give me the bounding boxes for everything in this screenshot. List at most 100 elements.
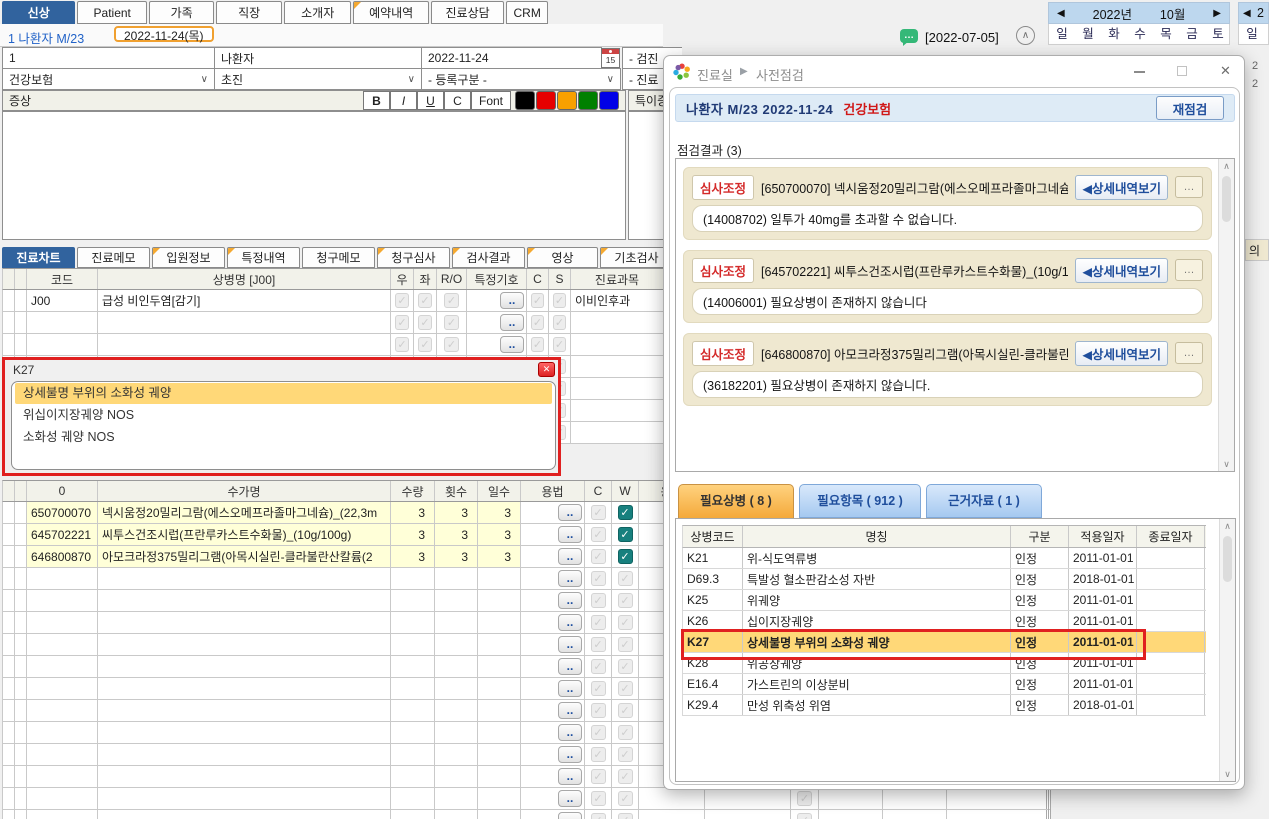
- checkbox[interactable]: ✓: [553, 337, 566, 352]
- more-options-button[interactable]: …: [1175, 342, 1203, 364]
- more-button[interactable]: ..: [558, 526, 582, 543]
- checkbox[interactable]: ✓: [797, 791, 812, 806]
- more-button[interactable]: ..: [500, 292, 524, 309]
- scroll-down-icon[interactable]: ∨: [1223, 457, 1230, 471]
- checkbox[interactable]: ✓: [591, 593, 606, 608]
- detail-view-button[interactable]: ◀상세내역보기: [1075, 175, 1168, 200]
- format-button-i[interactable]: I: [390, 91, 417, 110]
- more-button[interactable]: ..: [558, 614, 582, 631]
- scroll-down-icon[interactable]: ∨: [1224, 767, 1231, 781]
- required-disease-row[interactable]: K26십이지장궤양인정2011-01-01: [682, 611, 1206, 632]
- more-button[interactable]: ..: [558, 746, 582, 763]
- checkbox[interactable]: ✓: [553, 293, 566, 308]
- calendar-prev-button[interactable]: ◀: [1057, 8, 1065, 19]
- order-code[interactable]: 650700070: [27, 502, 98, 523]
- detail-view-button[interactable]: ◀상세내역보기: [1075, 341, 1168, 366]
- table-row[interactable]: ..✓✓✓: [2, 810, 1050, 819]
- color-swatch[interactable]: [599, 91, 619, 110]
- more-options-button[interactable]: …: [1175, 259, 1203, 281]
- visit-date-chip[interactable]: 2022-11-24(목): [114, 26, 214, 42]
- tab-직장[interactable]: 직장: [216, 1, 282, 24]
- tab-청구심사[interactable]: 청구심사: [377, 247, 450, 268]
- order-name[interactable]: 아모크라정375밀리그램(아목시실린-클라불란산칼륨(2: [98, 546, 391, 567]
- tab-Patient[interactable]: Patient: [77, 1, 146, 24]
- insurance-select[interactable]: 건강보험 ∨: [2, 68, 215, 90]
- more-button[interactable]: ..: [558, 702, 582, 719]
- checkbox[interactable]: ✓: [618, 769, 633, 784]
- more-button[interactable]: ..: [500, 314, 524, 331]
- format-button-b[interactable]: B: [363, 91, 390, 110]
- checkbox[interactable]: ✓: [591, 791, 606, 806]
- more-button[interactable]: ..: [558, 768, 582, 785]
- chart-no-field[interactable]: 1: [2, 47, 215, 69]
- dialog-tab-1[interactable]: 필요상병 ( 8 ): [678, 484, 794, 518]
- chat-bubble-icon[interactable]: …: [900, 29, 918, 43]
- disease-code[interactable]: J00: [27, 290, 98, 311]
- calendar-next-button[interactable]: ▶: [1213, 8, 1221, 19]
- checkbox[interactable]: ✓: [418, 337, 432, 352]
- order-code[interactable]: 645702221: [27, 524, 98, 545]
- checkbox[interactable]: ✓: [618, 725, 633, 740]
- scrollbar-thumb[interactable]: [1222, 176, 1231, 222]
- checkbox[interactable]: ✓: [618, 681, 633, 696]
- checkbox[interactable]: ✓: [444, 337, 459, 352]
- order-code[interactable]: 646800870: [27, 546, 98, 567]
- checkbox[interactable]: ✓: [591, 637, 606, 652]
- scroll-up-icon[interactable]: ∧: [1224, 519, 1231, 533]
- checkbox[interactable]: ✓: [418, 293, 432, 308]
- tab-진료메모[interactable]: 진료메모: [77, 247, 150, 268]
- required-disease-row[interactable]: K27상세불명 부위의 소화성 궤양인정2011-01-01: [682, 632, 1206, 653]
- tab-입원정보[interactable]: 입원정보: [152, 247, 225, 268]
- tab-진료상담[interactable]: 진료상담: [431, 1, 504, 24]
- more-button[interactable]: ..: [558, 790, 582, 807]
- checkbox-checked[interactable]: ✓: [618, 505, 633, 520]
- checkbox[interactable]: ✓: [618, 813, 633, 819]
- checkbox[interactable]: ✓: [618, 747, 633, 762]
- calendar-picker-button[interactable]: 15: [601, 48, 620, 68]
- results-scrollbar[interactable]: ∧ ∨: [1218, 159, 1234, 471]
- checkbox[interactable]: ✓: [591, 505, 606, 520]
- tab-검사결과[interactable]: 검사결과: [452, 247, 525, 268]
- more-button[interactable]: ..: [558, 680, 582, 697]
- calendar2-prev-button[interactable]: ◀: [1243, 8, 1251, 19]
- table-row[interactable]: .. ✓ ✓ ✓: [2, 788, 1050, 810]
- more-button[interactable]: ..: [558, 504, 582, 521]
- checkbox[interactable]: ✓: [418, 315, 432, 330]
- symptom-textarea[interactable]: [2, 111, 626, 240]
- more-button[interactable]: ..: [558, 636, 582, 653]
- color-swatch[interactable]: [536, 91, 556, 110]
- checkbox[interactable]: ✓: [618, 791, 633, 806]
- checkbox-checked[interactable]: ✓: [618, 527, 633, 542]
- more-button[interactable]: ..: [558, 592, 582, 609]
- tab-청구메모[interactable]: 청구메모: [302, 247, 375, 268]
- more-options-button[interactable]: …: [1175, 176, 1203, 198]
- color-swatch[interactable]: [557, 91, 577, 110]
- visit-type-select[interactable]: 초진 ∨: [214, 68, 422, 90]
- format-button-c[interactable]: C: [444, 91, 471, 110]
- checkbox-checked[interactable]: ✓: [618, 549, 633, 564]
- tab-영상[interactable]: 영상: [527, 247, 598, 268]
- checkbox[interactable]: ✓: [531, 293, 544, 308]
- more-button[interactable]: ..: [558, 658, 582, 675]
- more-button[interactable]: ..: [500, 336, 524, 353]
- order-name[interactable]: 씨투스건조시럽(프란루카스트수화물)_(10g/100g): [98, 524, 391, 545]
- tab-특정내역[interactable]: 특정내역: [227, 247, 300, 268]
- collapse-button[interactable]: ∧: [1016, 26, 1035, 45]
- reg-type-select[interactable]: - 등록구분 - ∨: [421, 68, 621, 90]
- disease-name[interactable]: 급성 비인두염[감기]: [98, 290, 391, 311]
- required-disease-row[interactable]: K25위궤양인정2011-01-01: [682, 590, 1206, 611]
- format-button-font[interactable]: Font: [471, 91, 511, 110]
- checkbox[interactable]: ✓: [591, 681, 606, 696]
- tab-예약내역[interactable]: 예약내역: [353, 1, 428, 24]
- checkbox[interactable]: ✓: [444, 293, 459, 308]
- more-button[interactable]: ..: [558, 724, 582, 741]
- scroll-up-icon[interactable]: ∧: [1223, 159, 1230, 173]
- checkbox[interactable]: ✓: [591, 725, 606, 740]
- checkbox[interactable]: ✓: [444, 315, 459, 330]
- k27-list-item[interactable]: 소화성 궤양 NOS: [15, 427, 552, 448]
- checkbox[interactable]: ✓: [591, 703, 606, 718]
- k27-list-item[interactable]: 상세불명 부위의 소화성 궤양: [15, 383, 552, 404]
- checkbox[interactable]: ✓: [531, 337, 544, 352]
- checkbox[interactable]: ✓: [618, 615, 633, 630]
- checkbox[interactable]: ✓: [591, 813, 606, 819]
